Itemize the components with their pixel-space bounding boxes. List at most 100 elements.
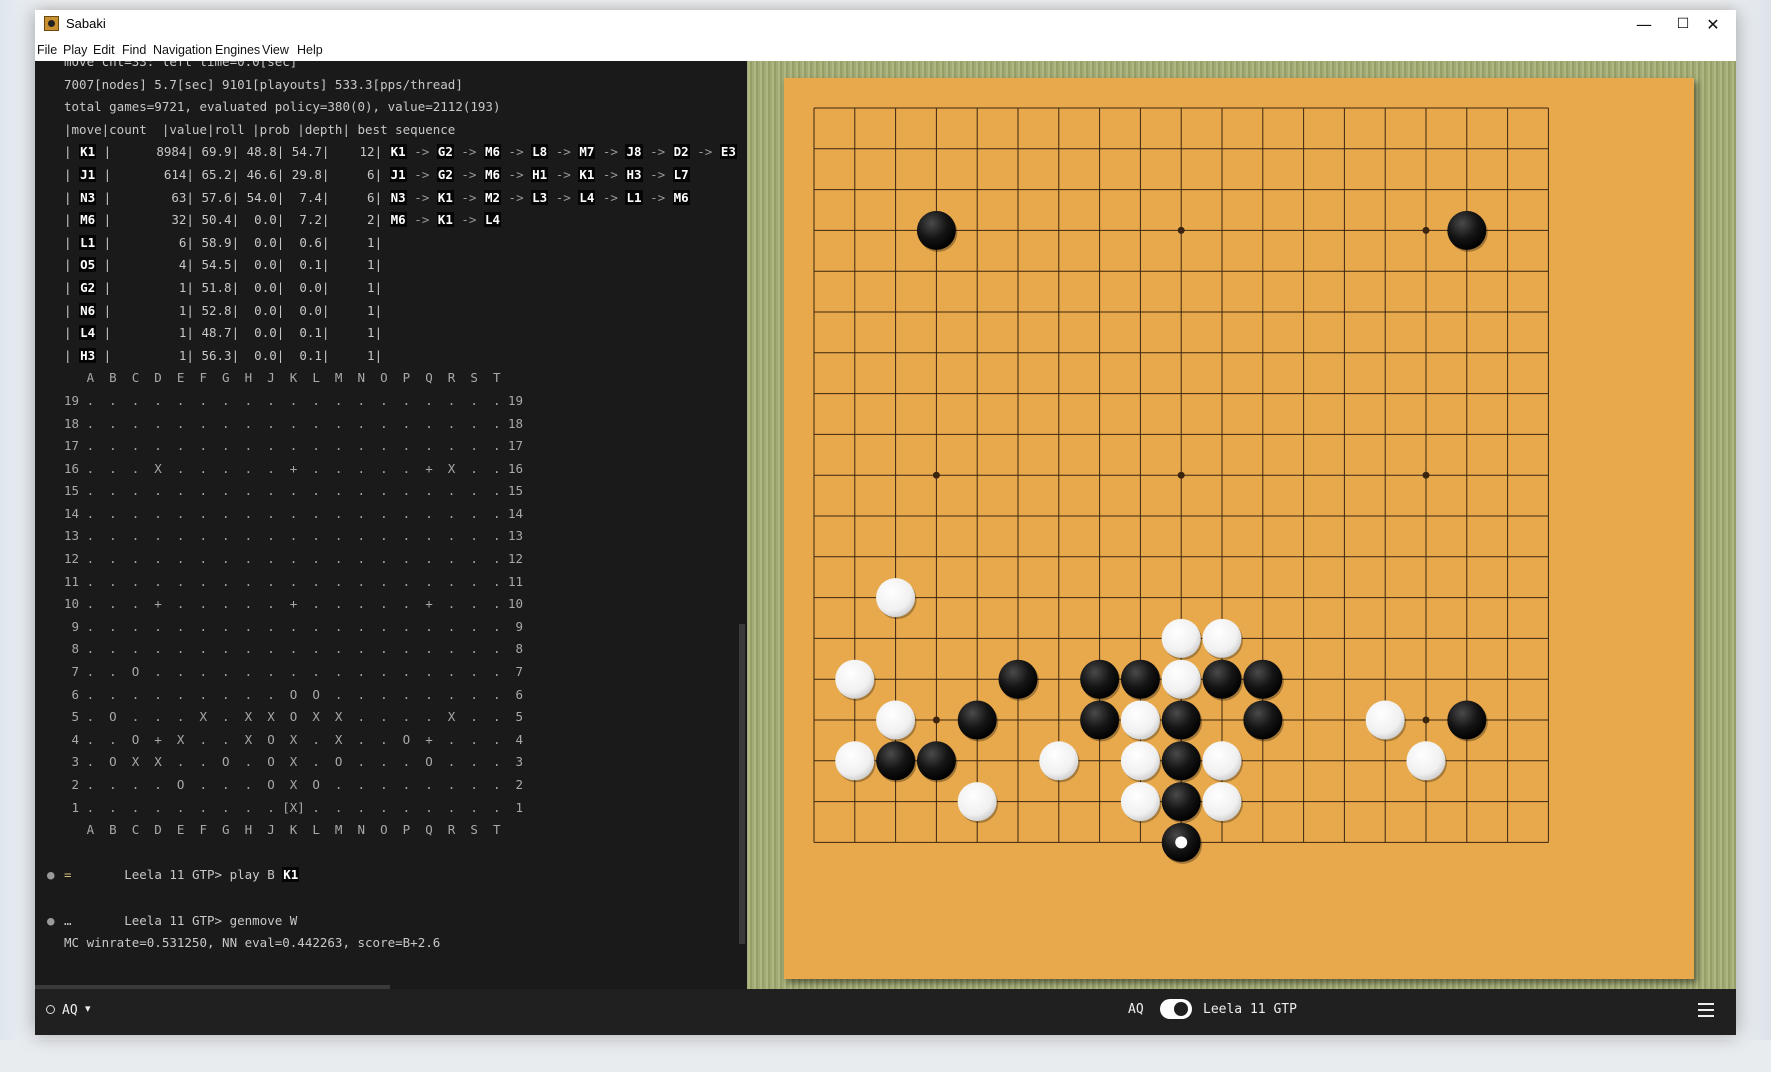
black-stone bbox=[957, 700, 997, 740]
status-bar: AQ ▾ AQ Leela 11 GTP bbox=[35, 989, 1736, 1035]
black-engine-dropdown-icon[interactable]: ▾ bbox=[85, 1002, 91, 1015]
console-scrollbar[interactable] bbox=[739, 624, 745, 944]
white-stone bbox=[1161, 618, 1201, 658]
analysis-table: | K1 | 8984| 69.9| 48.8| 54.7| 12| K1 ->… bbox=[64, 141, 737, 367]
sequence-move: M7 bbox=[578, 144, 596, 160]
menu-play[interactable]: Play bbox=[63, 43, 87, 57]
sequence-move: M6 bbox=[483, 166, 502, 182]
ascii-board-row: 14 . . . . . . . . . . . . . . . . . . .… bbox=[64, 505, 524, 521]
hoshi-point bbox=[1177, 471, 1185, 479]
console-command: play B bbox=[229, 867, 275, 883]
black-stone bbox=[1447, 210, 1487, 250]
analysis-move: J1 bbox=[79, 166, 97, 182]
ascii-board-row: 4 . . O + X . . X O X . X . . O + . . . … bbox=[64, 731, 524, 747]
black-stone bbox=[1161, 741, 1201, 781]
analysis-stats: | 1| 56.3| 0.0| 0.1| 1| bbox=[96, 347, 390, 363]
white-stone bbox=[1202, 618, 1242, 658]
menu-edit[interactable]: Edit bbox=[93, 43, 115, 57]
black-stone bbox=[998, 659, 1038, 699]
console-line: |move|count |value|roll |prob |depth| be… bbox=[64, 121, 456, 137]
ascii-board-row: 15 . . . . . . . . . . . . . . . . . . .… bbox=[64, 483, 524, 499]
ascii-board-row: 7 . . O . . . . . . . . . . . . . . . . … bbox=[64, 664, 524, 680]
player-swap-toggle[interactable] bbox=[1160, 999, 1192, 1019]
analysis-row: | H3 | 1| 56.3| 0.0| 0.1| 1| bbox=[64, 347, 390, 363]
analysis-stats: | 63| 57.6| 54.0| 7.4| 6| bbox=[96, 189, 390, 205]
menu-navigation[interactable]: Navigation bbox=[153, 43, 212, 57]
analysis-row: | J1 | 614| 65.2| 46.6| 29.8| 6| J1 -> G… bbox=[64, 166, 690, 182]
hoshi-point bbox=[1422, 716, 1430, 724]
console-line: move cnt=33: left time=0.0[sec] bbox=[64, 61, 298, 69]
black-stone bbox=[876, 741, 916, 781]
sequence-move: K1 bbox=[436, 189, 454, 205]
menu-view[interactable]: View bbox=[262, 43, 289, 57]
goban-area bbox=[747, 61, 1736, 989]
sequence-move: G2 bbox=[436, 166, 454, 182]
white-stone bbox=[1120, 782, 1160, 822]
ascii-board-row: 13 . . . . . . . . . . . . . . . . . . .… bbox=[64, 528, 524, 544]
taskbar bbox=[0, 1040, 1771, 1072]
ascii-board-row: 5 . O . . . X . X X O X X . . . . X . . … bbox=[64, 709, 524, 725]
ascii-board: A B C D E F G H J K L M N O P Q R S T 19 … bbox=[64, 367, 737, 841]
sequence-move: M6 bbox=[483, 144, 502, 160]
console-prompt: Leela 11 GTP> bbox=[124, 912, 223, 928]
white-stone bbox=[957, 782, 997, 822]
analysis-stats: | 4| 54.5| 0.0| 0.1| 1| bbox=[96, 257, 390, 273]
sequence-move: K1 bbox=[578, 166, 596, 182]
sequence-move: L8 bbox=[531, 144, 549, 160]
black-engine-name[interactable]: AQ bbox=[62, 1003, 78, 1018]
analysis-row: | O5 | 4| 54.5| 0.0| 0.1| 1| bbox=[64, 257, 390, 273]
sequence-move: M2 bbox=[483, 189, 502, 205]
sequence-move: H3 bbox=[625, 166, 643, 182]
analysis-row: | N6 | 1| 52.8| 0.0| 0.0| 1| bbox=[64, 302, 390, 318]
black-stone bbox=[1447, 700, 1487, 740]
analysis-row: | M6 | 32| 50.4| 0.0| 7.2| 2| M6 -> K1 -… bbox=[64, 212, 502, 228]
black-stone bbox=[1161, 782, 1201, 822]
white-stone bbox=[1365, 700, 1405, 740]
black-stone bbox=[1080, 700, 1120, 740]
black-stone bbox=[1243, 659, 1283, 699]
white-stone bbox=[876, 700, 916, 740]
menu-find[interactable]: Find bbox=[122, 43, 146, 57]
console-prompt: Leela 11 GTP> bbox=[124, 867, 223, 883]
sequence-move: M6 bbox=[672, 189, 690, 205]
title-bar[interactable]: Sabaki — ☐ ✕ bbox=[35, 10, 1736, 39]
goban[interactable] bbox=[784, 78, 1694, 979]
console-result: MC winrate=0.531250, NN eval=0.442263, s… bbox=[64, 935, 441, 951]
sequence-move: K1 bbox=[436, 212, 454, 228]
analysis-move: G2 bbox=[79, 279, 97, 295]
analysis-stats: | 614| 65.2| 46.6| 29.8| 6| bbox=[96, 166, 390, 182]
sabaki-window: Sabaki — ☐ ✕ File Play Edit Find Navigat… bbox=[35, 10, 1736, 1035]
white-engine-name: Leela 11 GTP bbox=[1203, 1002, 1297, 1017]
white-stone bbox=[1161, 659, 1201, 699]
black-stone bbox=[1161, 700, 1201, 740]
analysis-move: N3 bbox=[79, 189, 97, 205]
analysis-stats: | 1| 48.7| 0.0| 0.1| 1| bbox=[96, 325, 390, 341]
ascii-board-row: 9 . . . . . . . . . . . . . . . . . . . … bbox=[64, 618, 524, 634]
sequence-move: L4 bbox=[578, 189, 596, 205]
black-stone bbox=[1243, 700, 1283, 740]
analysis-stats: | 6| 58.9| 0.0| 0.6| 1| bbox=[96, 234, 390, 250]
sequence-move: L1 bbox=[625, 189, 643, 205]
hoshi-point bbox=[1422, 226, 1430, 234]
menu-file[interactable]: File bbox=[37, 43, 57, 57]
analysis-row: | K1 | 8984| 69.9| 48.8| 54.7| 12| K1 ->… bbox=[64, 144, 737, 160]
goban-grid[interactable] bbox=[784, 78, 1694, 979]
gtp-console[interactable]: move cnt=33: left time=0.0[sec] 7007[nod… bbox=[35, 61, 747, 989]
sequence-move: L4 bbox=[483, 212, 502, 228]
white-stone bbox=[835, 741, 875, 781]
menu-engines[interactable]: Engines bbox=[215, 43, 260, 57]
analysis-move: L4 bbox=[79, 325, 97, 341]
hamburger-icon[interactable] bbox=[1698, 1003, 1714, 1017]
menu-help[interactable]: Help bbox=[297, 43, 323, 57]
analysis-row: | G2 | 1| 51.8| 0.0| 0.0| 1| bbox=[64, 279, 390, 295]
sabaki-app-icon bbox=[44, 16, 59, 31]
console-command-line: ● Leela 11 GTP> genmove W bbox=[47, 912, 298, 928]
hoshi-point bbox=[932, 716, 940, 724]
close-button[interactable]: ✕ bbox=[1690, 10, 1736, 39]
sequence-move: K1 bbox=[389, 144, 407, 160]
hoshi-point bbox=[1177, 226, 1185, 234]
white-stone bbox=[1406, 741, 1446, 781]
analysis-move: M6 bbox=[79, 212, 97, 228]
console-command: genmove W bbox=[229, 912, 298, 928]
analysis-move: O5 bbox=[79, 257, 97, 273]
